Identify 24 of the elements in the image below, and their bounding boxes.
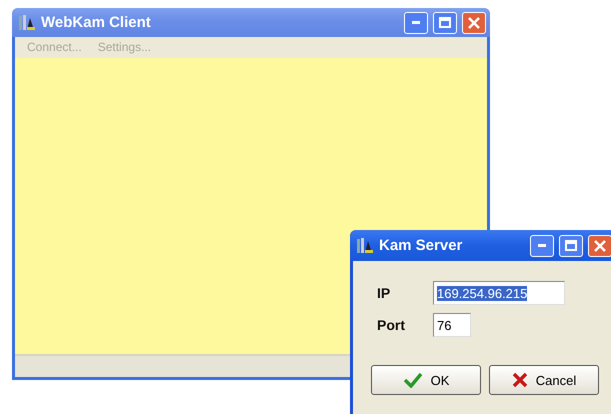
check-icon xyxy=(402,372,423,388)
minimize-button[interactable] xyxy=(530,234,554,256)
close-button[interactable] xyxy=(588,234,611,256)
input-field[interactable]: 169.254.96.215 xyxy=(433,281,565,305)
maximize-button[interactable] xyxy=(433,12,457,34)
close-icon xyxy=(468,16,480,28)
field-label: Port xyxy=(377,317,406,333)
minimize-icon xyxy=(412,21,420,24)
app-icon xyxy=(356,236,374,254)
cancel-button[interactable]: Cancel xyxy=(489,365,599,395)
input-field[interactable]: 76 xyxy=(433,313,471,337)
ok-button[interactable]: OK xyxy=(371,365,481,395)
minimize-icon xyxy=(538,244,546,247)
dialog-title: Kam Server xyxy=(379,237,464,254)
close-button[interactable] xyxy=(462,12,486,34)
window-title: WebKam Client xyxy=(41,14,152,31)
maximize-icon xyxy=(439,17,451,28)
cross-icon xyxy=(512,372,528,388)
close-icon xyxy=(594,240,606,252)
maximize-icon xyxy=(565,240,577,251)
maximize-button[interactable] xyxy=(559,234,583,256)
app-icon xyxy=(18,14,36,32)
field-label: IP xyxy=(377,285,392,301)
minimize-button[interactable] xyxy=(404,12,428,34)
